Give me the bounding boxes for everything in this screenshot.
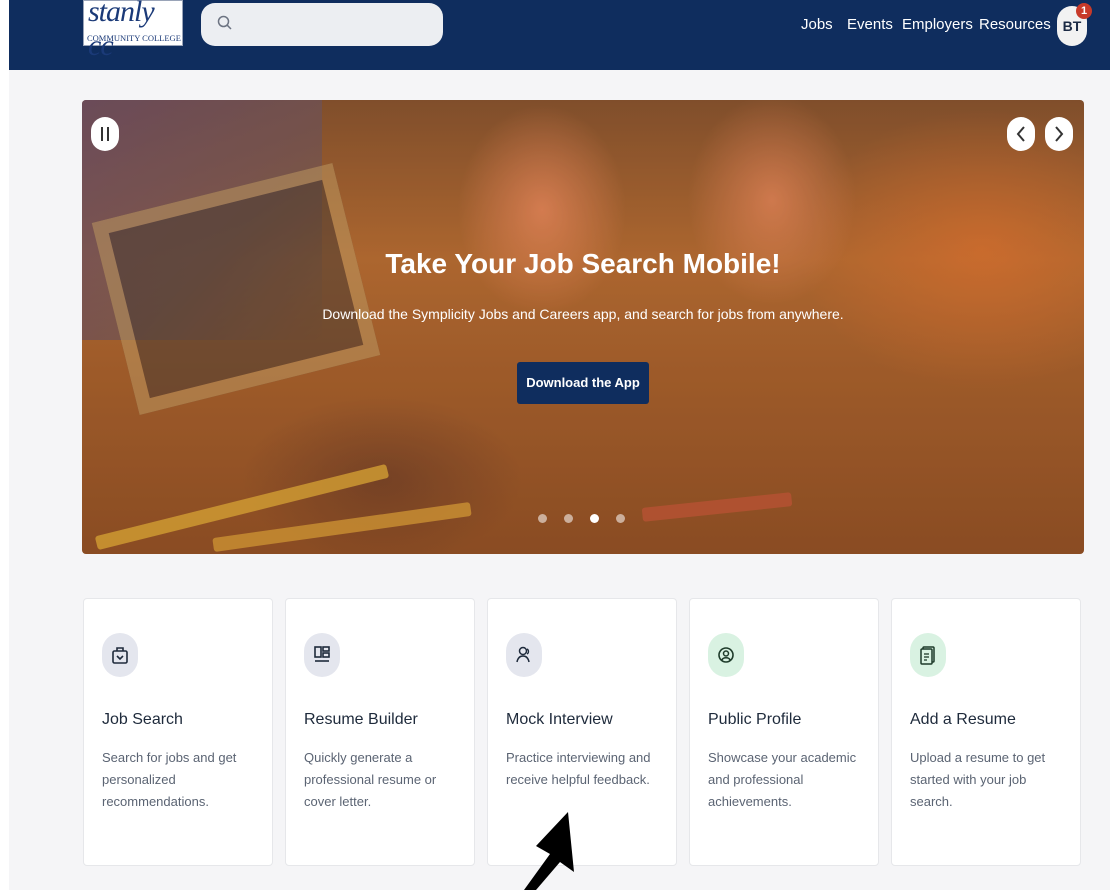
logo-wordmark: stanly cc	[88, 0, 155, 62]
chevron-right-icon	[1055, 126, 1064, 142]
card-description: Search for jobs and get personalized rec…	[102, 750, 237, 809]
pointer-arrow-icon	[524, 812, 574, 890]
card-description: Practice interviewing and receive helpfu…	[506, 750, 651, 787]
nav-events[interactable]: Events	[847, 16, 893, 33]
card-title: Job Search	[102, 711, 183, 728]
job-search-card[interactable]: Job Search Search for jobs and get perso…	[83, 598, 273, 866]
pause-button[interactable]	[91, 117, 119, 151]
card-title: Public Profile	[708, 711, 802, 728]
hero-subtitle: Download the Symplicity Jobs and Careers…	[322, 306, 844, 322]
nav-resources[interactable]: Resources	[979, 16, 1051, 33]
previous-slide-button[interactable]	[1007, 117, 1035, 151]
card-title: Resume Builder	[304, 711, 418, 728]
top-navigation-bar: stanly cc COMMUNITY COLLEGE Jobs Events …	[0, 0, 1110, 70]
hero-carousel: Take Your Job Search Mobile! Download th…	[82, 100, 1084, 554]
layout-icon	[304, 633, 340, 677]
hero-overlay	[82, 100, 1084, 554]
card-title: Mock Interview	[506, 711, 613, 728]
public-profile-card[interactable]: Public Profile Showcase your academic an…	[689, 598, 879, 866]
pause-icon	[101, 127, 109, 141]
briefcase-icon	[102, 633, 138, 677]
slide-dot-active[interactable]	[590, 514, 599, 523]
slide-dot[interactable]	[538, 514, 547, 523]
nav-jobs[interactable]: Jobs	[801, 16, 833, 33]
notification-badge: 1	[1076, 3, 1092, 19]
slide-dot[interactable]	[564, 514, 573, 523]
card-description: Upload a resume to get started with your…	[910, 750, 1046, 809]
logo-subtitle: COMMUNITY COLLEGE	[87, 33, 181, 43]
download-app-button[interactable]: Download the App	[517, 362, 649, 404]
nav-employers[interactable]: Employers	[902, 16, 973, 33]
card-title: Add a Resume	[910, 711, 1016, 728]
slide-dot[interactable]	[616, 514, 625, 523]
card-description: Showcase your academic and professional …	[708, 750, 857, 809]
search-input[interactable]	[201, 3, 443, 46]
document-icon	[910, 633, 946, 677]
chevron-left-icon	[1016, 126, 1025, 142]
interview-icon	[506, 633, 542, 677]
card-description: Quickly generate a professional resume o…	[304, 750, 437, 809]
search-icon	[217, 15, 232, 30]
add-resume-card[interactable]: Add a Resume Upload a resume to get star…	[891, 598, 1081, 866]
profile-icon	[708, 633, 744, 677]
resume-builder-card[interactable]: Resume Builder Quickly generate a profes…	[285, 598, 475, 866]
left-edge	[0, 0, 9, 890]
hero-title: Take Your Job Search Mobile!	[385, 248, 781, 279]
next-slide-button[interactable]	[1045, 117, 1073, 151]
college-logo[interactable]: stanly cc COMMUNITY COLLEGE	[83, 0, 183, 62]
